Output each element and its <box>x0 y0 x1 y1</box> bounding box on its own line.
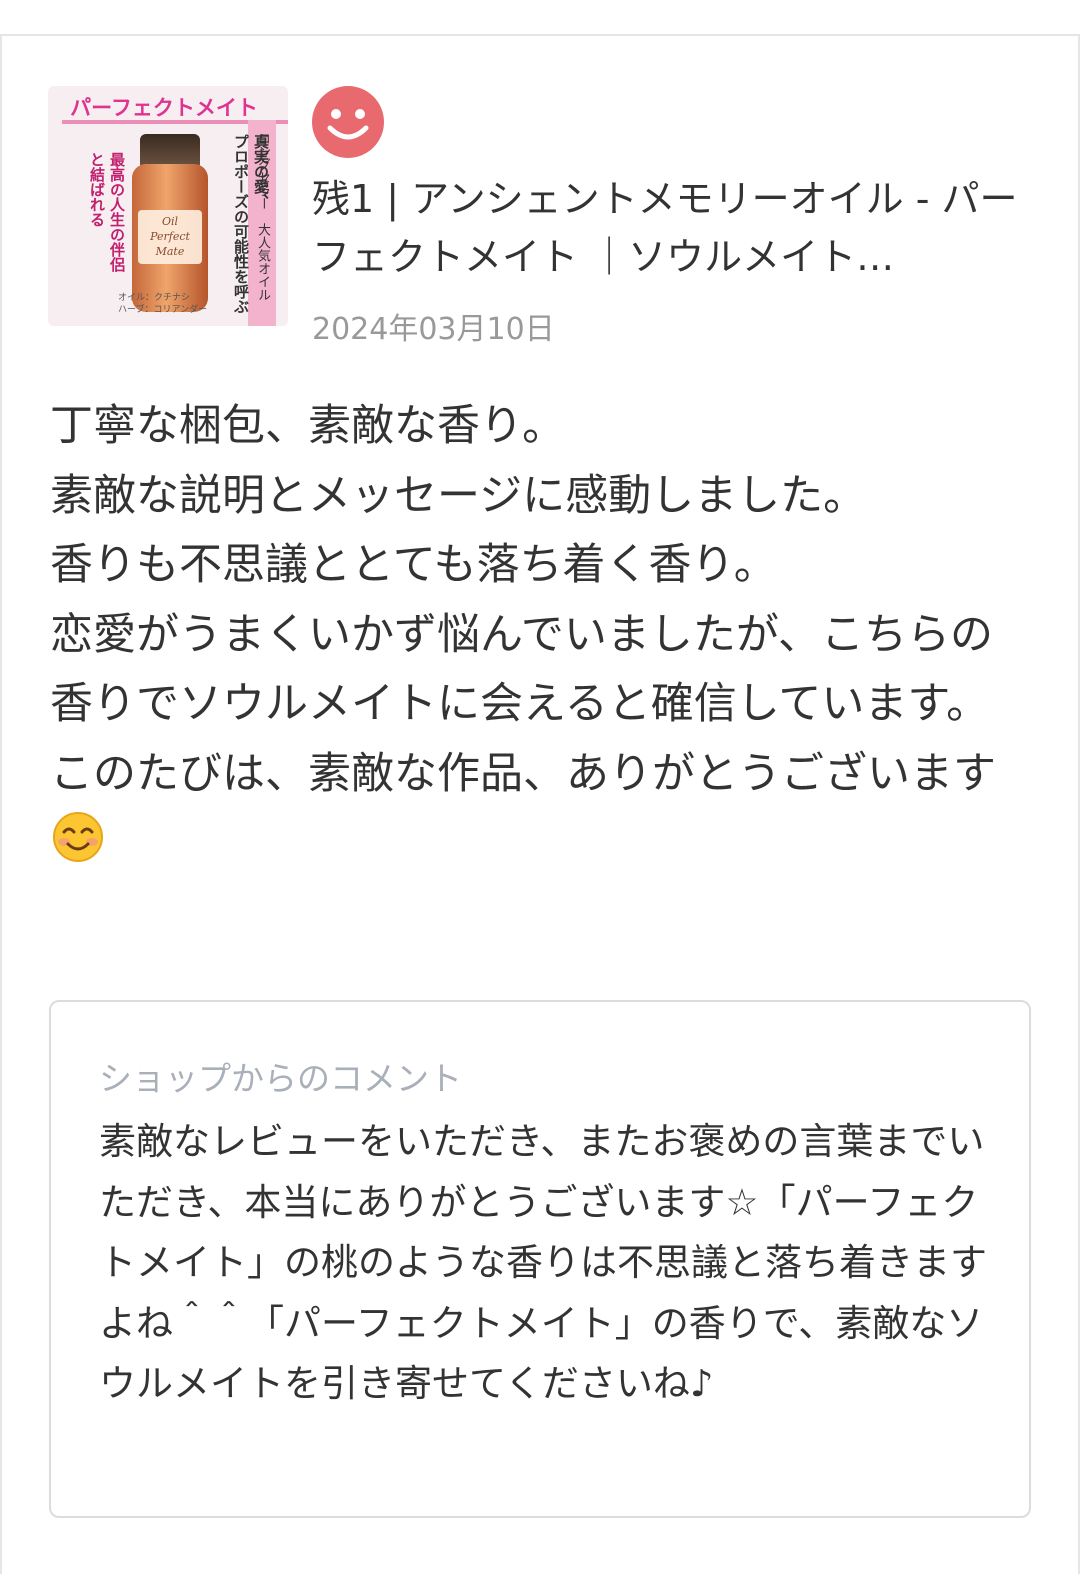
shop-comment-text: 素敵なレビューをいただき、またお褒めの言葉までいただき、本当にありがとうございま… <box>99 1120 987 1405</box>
bottle-label-line-2: Perfect <box>150 230 190 243</box>
review-text: 丁寧な梱包、素敵な香り。 素敵な説明とメッセージに感動しました。 香りも不思議と… <box>50 392 1020 879</box>
smiley-face-icon <box>312 86 384 158</box>
bottle-label-line-3: Mate <box>155 245 185 258</box>
product-title-link[interactable]: 残1 | アンシェントメモリーオイル - パーフェクトメイト ｜ソウルメイト… <box>312 170 1032 286</box>
bottle-cap-icon <box>140 134 200 166</box>
review-date: 2024年03月10日 <box>312 312 555 347</box>
thumbnail-copy-2: プロポーズの可能性を呼ぶ <box>232 134 250 314</box>
thumbnail-ingredient-herb: ハーブ：コリアンダー <box>118 305 208 315</box>
product-thumbnail[interactable]: パーフェクトメイト ロングセラー 大人気オイル 真実の愛、 プロポーズの可能性を… <box>48 86 288 326</box>
thumbnail-title: パーフェクトメイト <box>70 96 258 120</box>
thumbnail-ingredients: オイル：クチナシ ハーブ：コリアンダー <box>118 292 207 316</box>
bottle-label-line-1: Oil <box>161 215 179 228</box>
thumbnail-copy-3: 最高の人生の伴侶 <box>108 152 126 272</box>
shop-comment-heading: ショップからのコメント <box>99 1059 462 1098</box>
review-text-content: 丁寧な梱包、素敵な香り。 素敵な説明とメッセージに感動しました。 香りも不思議と… <box>50 401 996 799</box>
shop-comment-box: ショップからのコメント 素敵なレビューをいただき、またお褒めの言葉までいただき、… <box>49 1000 1031 1518</box>
bottle-label: Oil Perfect Mate <box>138 210 202 264</box>
thumbnail-copy-1: 真実の愛、 <box>252 134 270 209</box>
thumbnail-copy-4: と結ばれる <box>88 152 106 227</box>
thumbnail-ingredient-oil: オイル：クチナシ <box>118 293 191 303</box>
smiling-emoji-icon <box>52 811 104 863</box>
